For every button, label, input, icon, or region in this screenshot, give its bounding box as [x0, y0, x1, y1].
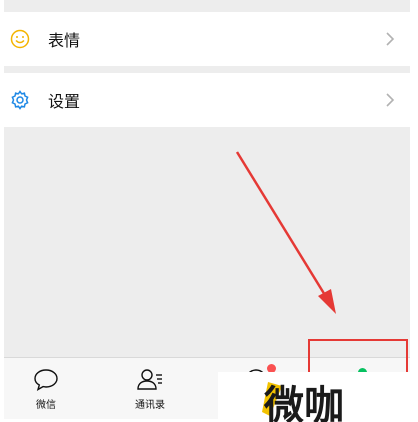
tab-chats[interactable]: 微信 [6, 358, 86, 419]
watermark-text: 微咖 [264, 383, 344, 422]
watermark-logo: 微咖 [218, 372, 414, 422]
chevron-right-icon [386, 93, 395, 107]
contacts-icon [137, 369, 162, 390]
smiley-icon [10, 29, 30, 49]
menu-item-label: 表情 [48, 33, 81, 50]
chat-bubble-icon [34, 369, 58, 391]
gear-icon [11, 90, 29, 110]
chevron-right-icon [386, 32, 395, 46]
tab-label: 通讯录 [135, 400, 165, 411]
screen: 表情 设置 微信 通讯录 微咖 [0, 0, 418, 422]
tab-contacts[interactable]: 通讯录 [110, 358, 190, 419]
top-strip [4, 0, 410, 8]
tab-label: 微信 [36, 400, 56, 411]
menu-item-settings[interactable]: 设置 [4, 73, 410, 127]
menu-item-stickers[interactable]: 表情 [4, 12, 410, 66]
menu-item-label: 设置 [48, 94, 81, 111]
